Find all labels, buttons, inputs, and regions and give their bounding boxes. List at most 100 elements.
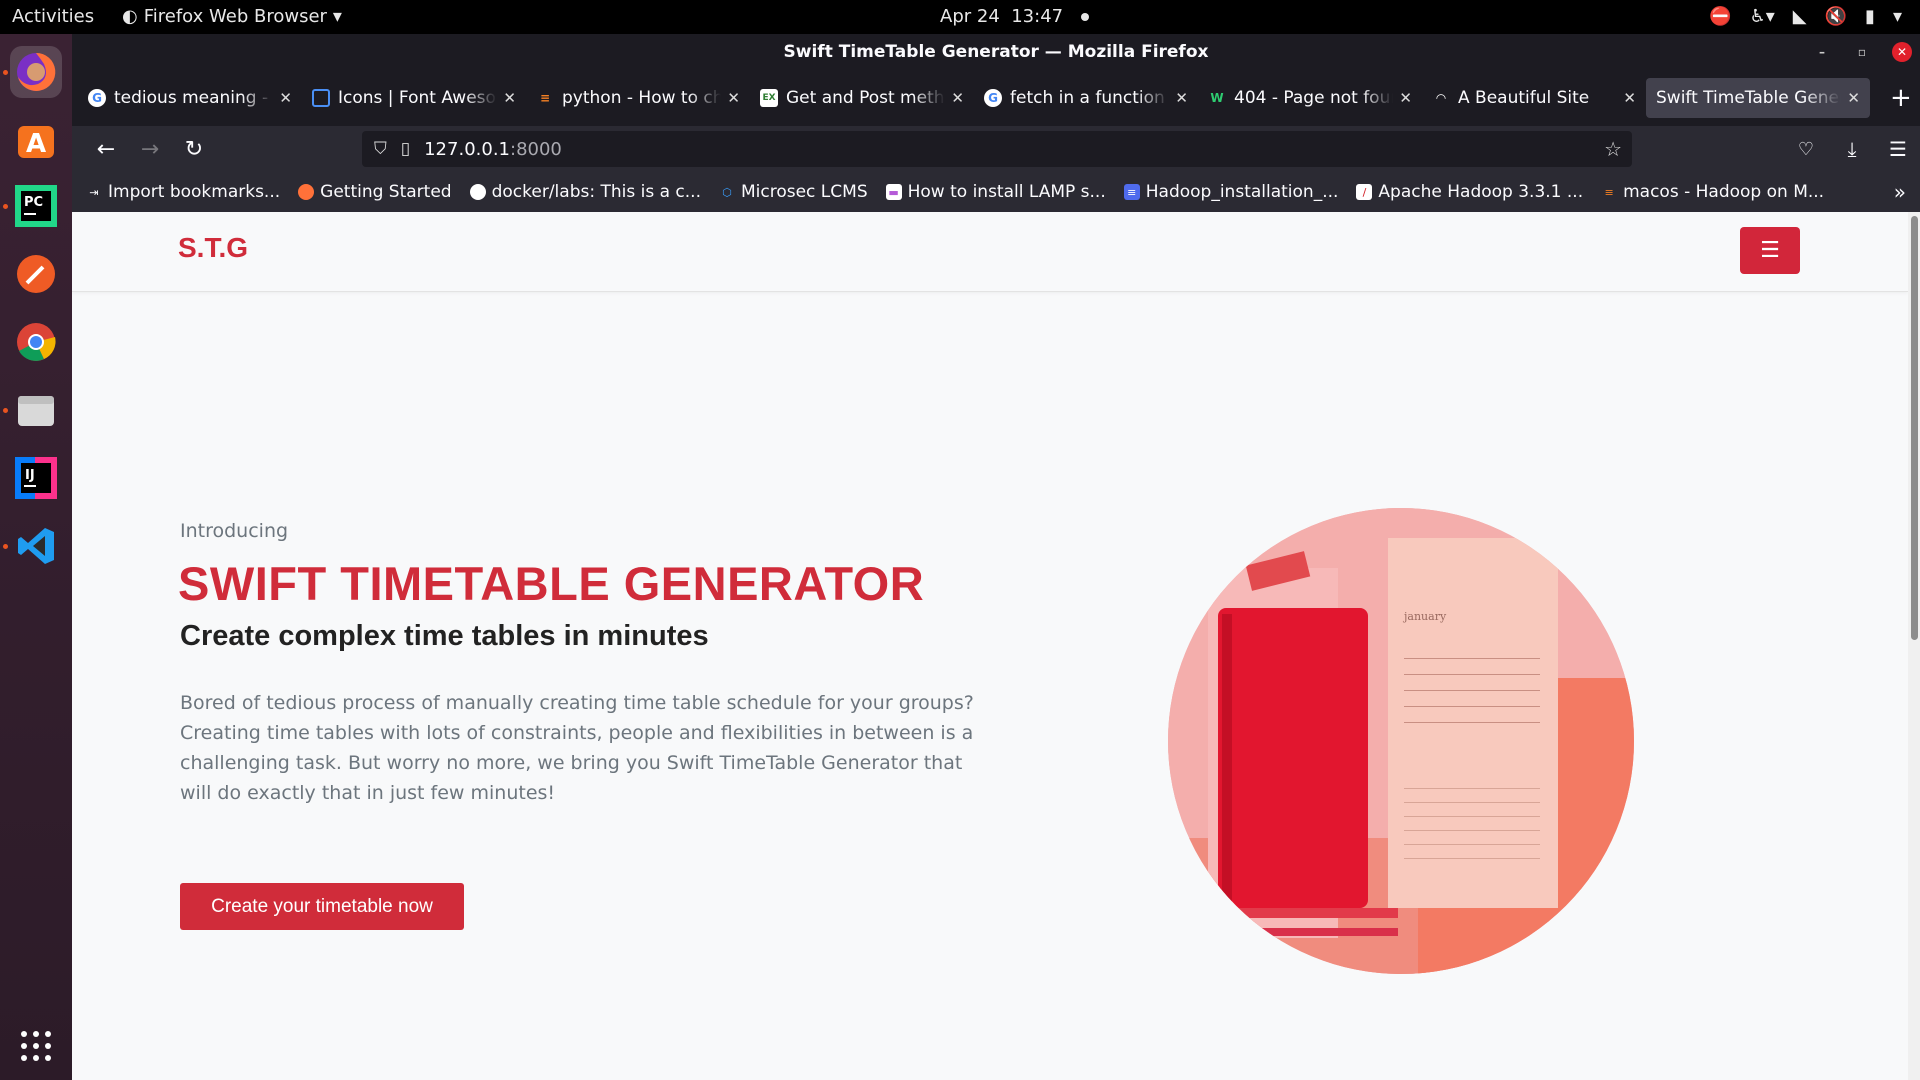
chrome-dock-icon[interactable] xyxy=(10,316,62,368)
tab-stackoverflow-python[interactable]: ≡ python - How to check ✕ xyxy=(526,78,750,118)
bookmark-docker-labs[interactable]: docker/labs: This is a c... xyxy=(469,182,701,202)
close-tab-icon[interactable]: ✕ xyxy=(1399,89,1412,107)
close-tab-icon[interactable]: ✕ xyxy=(951,89,964,107)
bookmark-hadoop-installation[interactable]: ≡ Hadoop_installation_... xyxy=(1123,182,1339,202)
calendar-month-label: january xyxy=(1402,610,1447,623)
page-scrollbar[interactable] xyxy=(1908,212,1920,1080)
clock[interactable]: Apr 24 13:47 xyxy=(940,6,1089,27)
apache-icon: / xyxy=(1356,184,1373,200)
tab-404[interactable]: W 404 - Page not found ✕ xyxy=(1198,78,1422,118)
reload-button[interactable]: ↻ xyxy=(172,131,216,167)
window-titlebar[interactable]: Swift TimeTable Generator — Mozilla Fire… xyxy=(72,34,1920,70)
web-content: S.T.G ☰ Introducing SWIFT TIMETABLE GENE… xyxy=(72,212,1920,1080)
intellij-dock-icon[interactable]: IJ xyxy=(10,452,62,504)
tab-fetch-function[interactable]: G fetch in a function ✕ xyxy=(974,78,1198,118)
url-port: :8000 xyxy=(510,138,562,160)
create-timetable-button[interactable]: Create your timetable now xyxy=(180,883,464,930)
bookmark-label: Import bookmarks... xyxy=(108,182,281,202)
import-icon: ⇥ xyxy=(89,185,99,199)
app-grid-icon xyxy=(21,1031,51,1061)
bookmark-microsec[interactable]: ⬡ Microsec LCMS xyxy=(719,182,868,202)
pocket-icon[interactable]: ♡ xyxy=(1792,131,1820,167)
wifi-icon: ◣ xyxy=(1792,6,1807,27)
tab-title: tedious meaning - Google Search xyxy=(114,88,273,108)
bookmarks-toolbar: ⇥ Import bookmarks... Getting Started do… xyxy=(72,172,1920,212)
tab-title: Get and Post methods xyxy=(786,88,945,108)
tab-title: 404 - Page not found xyxy=(1234,88,1393,108)
site-brand[interactable]: S.T.G xyxy=(178,232,248,264)
window-title: Swift TimeTable Generator — Mozilla Fire… xyxy=(783,42,1209,62)
postman-dock-icon[interactable] xyxy=(10,248,62,300)
close-tab-icon[interactable]: ✕ xyxy=(1623,89,1636,107)
flag-icon xyxy=(312,89,330,107)
tab-title: python - How to check xyxy=(562,88,722,108)
files-dock-icon[interactable] xyxy=(10,384,62,436)
hamburger-menu-icon[interactable]: ☰ xyxy=(1884,131,1912,167)
do-not-disturb-icon: ⛔ xyxy=(1709,6,1732,27)
notification-dot xyxy=(1080,13,1089,21)
w-logo-icon: W xyxy=(1210,91,1224,105)
firefox-dock-icon[interactable] xyxy=(10,46,62,98)
forward-button[interactable]: → xyxy=(128,131,172,167)
address-bar[interactable]: ⛉ ▯ 127.0.0.1:8000 ☆ xyxy=(362,131,1632,167)
bookmark-label: Hadoop_installation_... xyxy=(1145,182,1339,202)
bookmark-lamp[interactable]: ▬ How to install LAMP s... xyxy=(885,182,1106,202)
show-apps-button[interactable] xyxy=(10,1020,62,1072)
tab-font-awesome[interactable]: Icons | Font Awesome ✕ xyxy=(302,78,526,118)
tab-beautiful-site[interactable]: ◠ A Beautiful Site ✕ xyxy=(1422,78,1646,118)
vscode-icon xyxy=(18,528,54,564)
running-indicator xyxy=(3,544,8,549)
bookmark-import[interactable]: ⇥ Import bookmarks... xyxy=(86,182,280,202)
activities-button[interactable]: Activities xyxy=(12,6,94,27)
volume-muted-icon: 🔇 xyxy=(1824,6,1848,27)
vscode-dock-icon[interactable] xyxy=(10,520,62,572)
download-icon[interactable]: ⤓ xyxy=(1838,131,1866,167)
calendar-notebook-illustration: january xyxy=(1168,508,1634,974)
bookmark-macos-hadoop[interactable]: ≡ macos - Hadoop on M... xyxy=(1601,182,1825,202)
globe-icon: ◠ xyxy=(1436,91,1446,105)
bookmark-star-icon[interactable]: ☆ xyxy=(1604,137,1622,161)
minimize-button[interactable]: – xyxy=(1812,42,1832,62)
pycharm-icon: PC xyxy=(15,185,57,227)
scrollbar-thumb[interactable] xyxy=(1911,216,1918,640)
url-host: 127.0.0.1 xyxy=(424,138,510,160)
svg-text:IJ: IJ xyxy=(25,468,35,483)
app-menu[interactable]: ◐ Firefox Web Browser ▾ xyxy=(122,6,342,27)
close-tab-icon[interactable]: ✕ xyxy=(1175,89,1188,107)
close-tab-icon[interactable]: ✕ xyxy=(727,89,740,107)
chevron-down-icon: ▾ xyxy=(1892,6,1902,27)
bookmark-apache-hadoop[interactable]: / Apache Hadoop 3.3.1 ... xyxy=(1356,182,1583,202)
tab-google-tedious[interactable]: G tedious meaning - Google Search ✕ xyxy=(78,78,302,118)
close-tab-icon[interactable]: ✕ xyxy=(503,89,516,107)
tab-title: Swift TimeTable Generator xyxy=(1656,88,1841,108)
chrome-icon xyxy=(17,323,56,361)
bookmark-label: Apache Hadoop 3.3.1 ... xyxy=(1378,182,1584,202)
close-window-button[interactable]: ✕ xyxy=(1892,42,1912,62)
back-button[interactable]: ← xyxy=(84,131,128,167)
system-tray[interactable]: ⛔ ♿▾ ◣ 🔇 ▮ ▾ xyxy=(1709,6,1902,27)
bookmark-label: Microsec LCMS xyxy=(740,182,868,202)
more-bookmarks-icon[interactable]: » xyxy=(1894,180,1906,204)
hamburger-menu-button[interactable]: ☰ xyxy=(1740,227,1800,274)
close-tab-icon[interactable]: ✕ xyxy=(1847,89,1860,107)
tab-swift-timetable[interactable]: Swift TimeTable Generator ✕ xyxy=(1646,78,1870,118)
close-tab-icon[interactable]: ✕ xyxy=(279,89,292,107)
clock-date: Apr 24 xyxy=(940,6,1000,27)
chevron-down-icon: ▾ xyxy=(332,6,342,27)
restore-button[interactable]: ▫ xyxy=(1852,42,1872,62)
pycharm-dock-icon[interactable]: PC xyxy=(10,180,62,232)
shield-icon[interactable]: ⛉ xyxy=(374,139,387,159)
hero-description: Bored of tedious process of manually cre… xyxy=(180,692,974,804)
hero-title: SWIFT TIMETABLE GENERATOR xyxy=(178,557,925,610)
bookmark-label: docker/labs: This is a c... xyxy=(491,182,701,202)
running-indicator xyxy=(3,70,8,75)
new-tab-button[interactable]: + xyxy=(1890,83,1912,113)
running-indicator xyxy=(3,204,8,209)
hero-image: january xyxy=(1168,508,1634,974)
bookmark-getting-started[interactable]: Getting Started xyxy=(298,182,452,202)
firefox-icon xyxy=(298,184,315,200)
ubuntu-software-dock-icon[interactable]: A xyxy=(10,114,62,166)
hero-intro: Introducing xyxy=(180,520,289,542)
tab-get-post[interactable]: EX Get and Post methods ✕ xyxy=(750,78,974,118)
firefox-icon xyxy=(17,52,56,91)
